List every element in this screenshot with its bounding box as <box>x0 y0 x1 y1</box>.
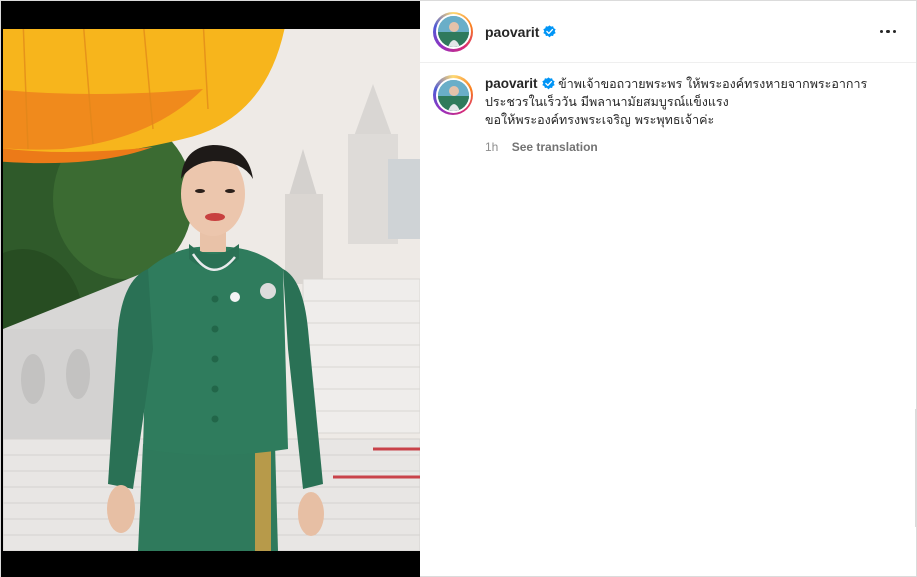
caption-avatar <box>437 79 469 111</box>
avatar-inner <box>435 77 471 113</box>
see-translation-button[interactable]: See translation <box>512 140 598 154</box>
portrait-photo-image <box>3 29 420 551</box>
post-photo[interactable] <box>3 29 420 551</box>
caption-line-2: ประชวรในเร็ววัน มีพลานามัยสมบูรณ์แข็งแรง <box>485 94 729 109</box>
scrollbar-edge <box>915 409 916 527</box>
caption-content: paovarit ข้าพเจ้าขอถวายพระพร ให้พระองค์ท… <box>485 75 885 129</box>
avatar-image <box>437 16 469 47</box>
post-header: paovarit <box>420 1 916 63</box>
verified-badge-icon <box>543 25 557 38</box>
more-options-icon[interactable] <box>876 20 900 44</box>
avatar <box>437 16 469 47</box>
dot-icon <box>886 29 890 34</box>
dot-icon <box>879 29 884 34</box>
caption-line-1: ข้าพเจ้าขอถวายพระพร ให้พระองค์ทรงหายจากพ… <box>558 76 868 91</box>
caption-block: paovarit ข้าพเจ้าขอถวายพระพร ให้พระองค์ท… <box>420 63 916 156</box>
caption-username[interactable]: paovarit <box>485 76 538 91</box>
avatar-inner <box>435 14 471 49</box>
avatar-image <box>437 79 469 111</box>
dot-icon <box>892 29 897 34</box>
instagram-post: paovarit paovarit ข้าพเจ้าขอถวายพระพร ให… <box>0 0 917 577</box>
post-media[interactable] <box>1 1 420 577</box>
avatar-story-ring[interactable] <box>433 11 473 52</box>
caption-line-3: ขอให้พระองค์ทรงพระเจริญ พระพุทธเจ้าค่ะ <box>485 112 715 127</box>
caption-text: paovarit ข้าพเจ้าขอถวายพระพร ให้พระองค์ท… <box>485 75 885 156</box>
caption-avatar-story-ring[interactable] <box>433 75 473 115</box>
post-time[interactable]: 1h <box>485 140 498 154</box>
post-side-panel: paovarit paovarit ข้าพเจ้าขอถวายพระพร ให… <box>420 1 916 576</box>
verified-badge-icon <box>541 77 555 90</box>
caption-meta: 1h See translation <box>485 138 885 156</box>
header-username[interactable]: paovarit <box>485 24 539 40</box>
